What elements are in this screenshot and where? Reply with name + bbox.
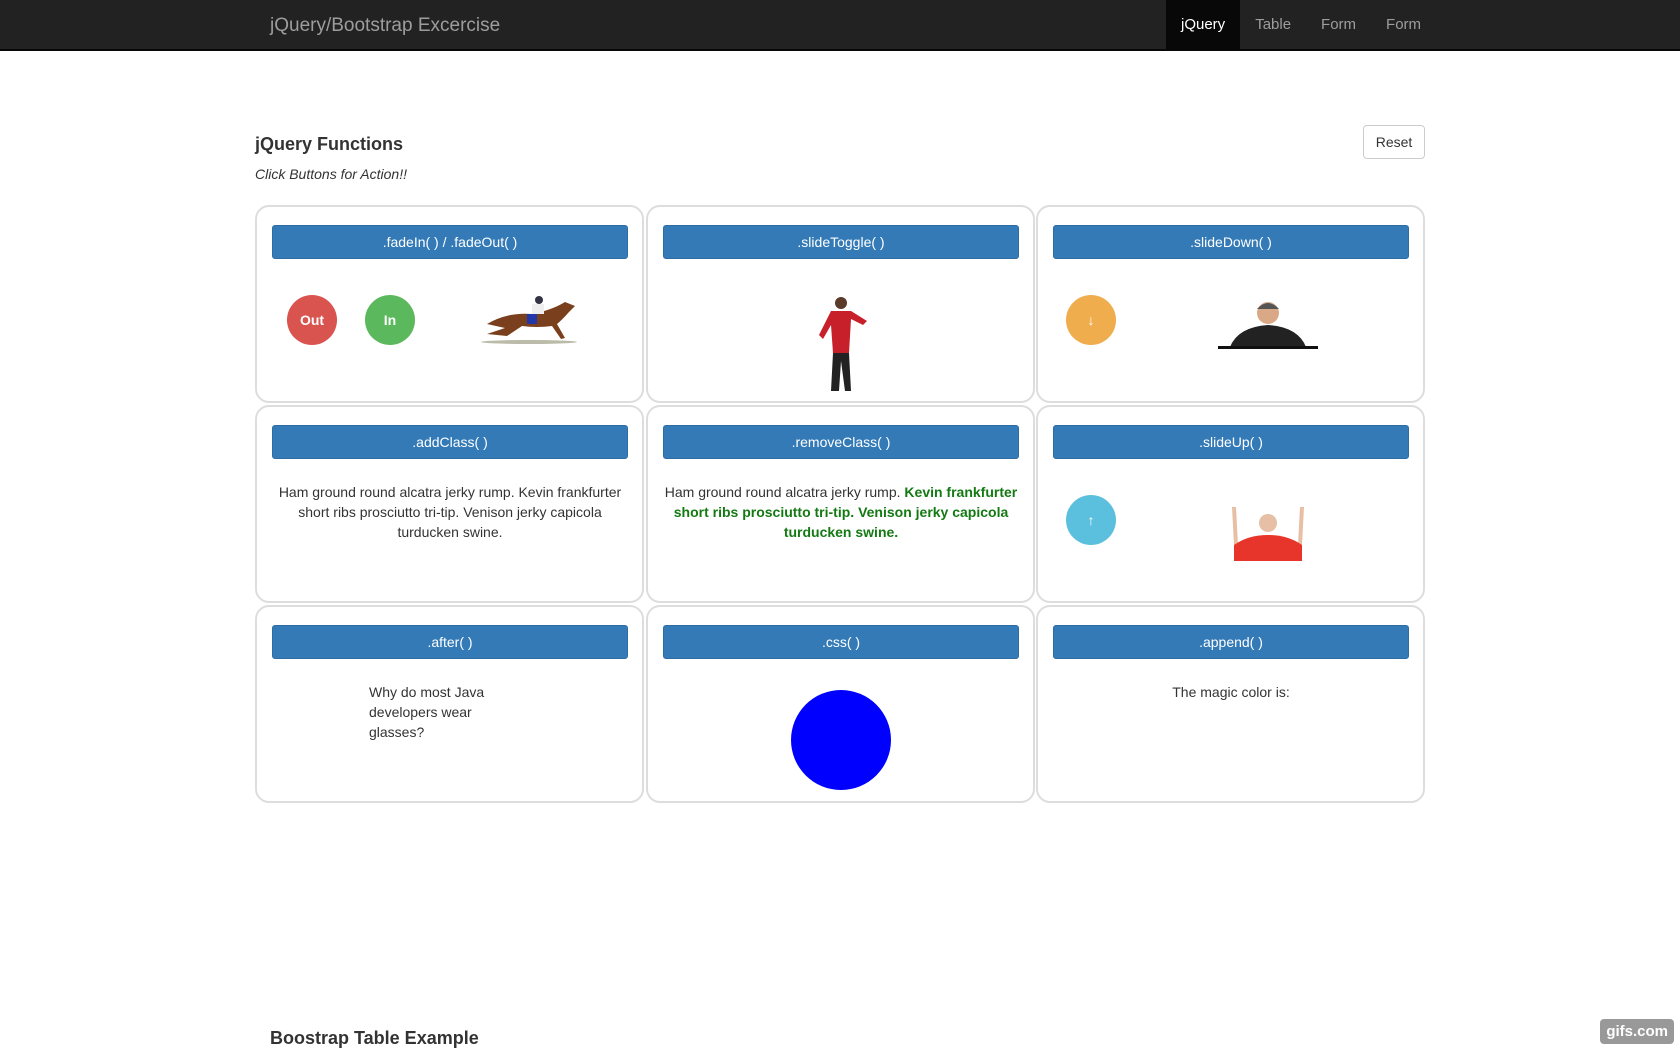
card-fade: .fadeIn( ) / .fadeOut( ) Out In (255, 205, 644, 403)
append-button[interactable]: .append( ) (1053, 625, 1409, 659)
dancer-image (819, 297, 867, 391)
addclass-button[interactable]: .addClass( ) (272, 425, 628, 459)
page-title: jQuery Functions (255, 134, 404, 154)
reset-button[interactable]: Reset (1363, 125, 1425, 159)
card-removeclass: .removeClass( ) Ham ground round alcatra… (646, 405, 1035, 603)
arrow-up-icon[interactable]: ↑ (1066, 495, 1116, 545)
watermark: gifs.com (1600, 1019, 1674, 1044)
append-text: The magic color is: (1172, 684, 1290, 700)
card-after: .after( ) Why do most Java developers we… (255, 605, 644, 803)
card-slidetoggle: .slideToggle( ) (646, 205, 1035, 403)
card-slideup: .slideUp( ) ↑ (1036, 405, 1425, 603)
card-slidedown: .slideDown( ) ↓ (1036, 205, 1425, 403)
card-addclass: .addClass( ) Ham ground round alcatra je… (255, 405, 644, 603)
card-css: .css( ) (646, 605, 1035, 803)
card-append: .append( ) The magic color is: (1036, 605, 1425, 803)
css-circle (791, 690, 891, 790)
arrow-down-icon[interactable]: ↓ (1066, 295, 1116, 345)
navbar-brand[interactable]: jQuery/Bootstrap Excercise (270, 15, 500, 37)
fade-in-button[interactable]: In (365, 295, 415, 345)
css-button[interactable]: .css( ) (663, 625, 1019, 659)
nav-form[interactable]: Form (1306, 0, 1371, 49)
page-subtitle: Click Buttons for Action!! (255, 166, 407, 182)
fade-button[interactable]: .fadeIn( ) / .fadeOut( ) (272, 225, 628, 259)
slidetoggle-button[interactable]: .slideToggle( ) (663, 225, 1019, 259)
after-button[interactable]: .after( ) (272, 625, 628, 659)
horse-image (481, 296, 577, 344)
slidedown-button[interactable]: .slideDown( ) (1053, 225, 1409, 259)
slideup-button[interactable]: .slideUp( ) (1053, 425, 1409, 459)
fade-out-button[interactable]: Out (287, 295, 337, 345)
removeclass-plain-text: Ham ground round alcatra jerky rump. (664, 484, 905, 500)
nav-table[interactable]: Table (1240, 0, 1306, 49)
removeclass-text: Ham ground round alcatra jerky rump. Kev… (663, 482, 1019, 542)
after-text: Why do most Java developers wear glasses… (369, 684, 485, 740)
man-peeking-image (1218, 302, 1318, 349)
nav-jquery[interactable]: jQuery (1166, 0, 1241, 49)
nav-links: jQuery Table Form Form (1166, 0, 1436, 49)
addclass-text: Ham ground round alcatra jerky rump. Kev… (278, 484, 622, 540)
woman-pointing-image (1232, 507, 1304, 561)
removeclass-button[interactable]: .removeClass( ) (663, 425, 1019, 459)
nav-form-2[interactable]: Form (1371, 0, 1436, 49)
navbar: jQuery/Bootstrap Excercise jQuery Table … (0, 0, 1680, 51)
table-section-title: Boostrap Table Example (270, 1028, 479, 1048)
